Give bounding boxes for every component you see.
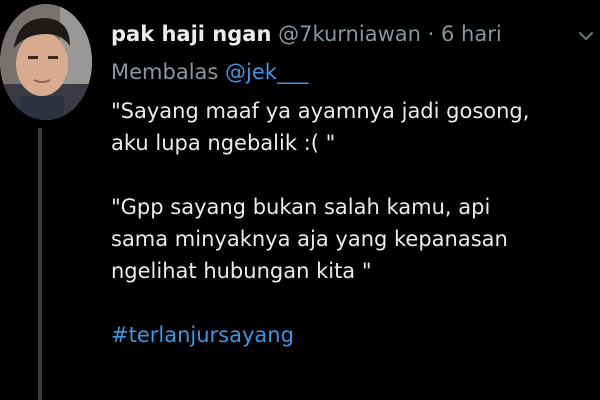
avatar-photo: [0, 4, 92, 120]
tweet-body: "Sayang maaf ya ayamnya jadi gosong, aku…: [111, 95, 596, 351]
replying-to-label: Membalas: [111, 60, 219, 84]
chevron-down-icon[interactable]: [578, 28, 594, 44]
tweet-paragraph: "Sayang maaf ya ayamnya jadi gosong, aku…: [111, 95, 596, 159]
hashtag-link[interactable]: #terlanjursayang: [111, 319, 596, 351]
tweet-header: pak haji ngan @7kurniawan · 6 hari: [111, 20, 502, 48]
tweet: pak haji ngan @7kurniawan · 6 hari Memba…: [0, 0, 600, 400]
tweet-text-line: "Gpp sayang bukan salah kamu, api: [111, 195, 491, 219]
thread-line: [38, 128, 42, 400]
author-handle[interactable]: @7kurniawan: [278, 22, 421, 46]
replying-to: Membalas @jek___: [111, 58, 308, 86]
tweet-text-line: ngelihat hubungan kita ": [111, 259, 372, 283]
tweet-timestamp[interactable]: 6 hari: [441, 22, 502, 46]
tweet-paragraph: "Gpp sayang bukan salah kamu, api sama m…: [111, 191, 596, 287]
tweet-text-line: sama minyaknya aja yang kepanasan: [111, 227, 508, 251]
author-display-name[interactable]: pak haji ngan: [111, 22, 271, 46]
replying-to-handle[interactable]: @jek___: [225, 60, 308, 84]
tweet-text-line: aku lupa ngebalik :( ": [111, 131, 336, 155]
tweet-text-line: "Sayang maaf ya ayamnya jadi gosong,: [111, 99, 530, 123]
avatar[interactable]: [0, 4, 92, 120]
separator-dot: ·: [427, 22, 435, 46]
